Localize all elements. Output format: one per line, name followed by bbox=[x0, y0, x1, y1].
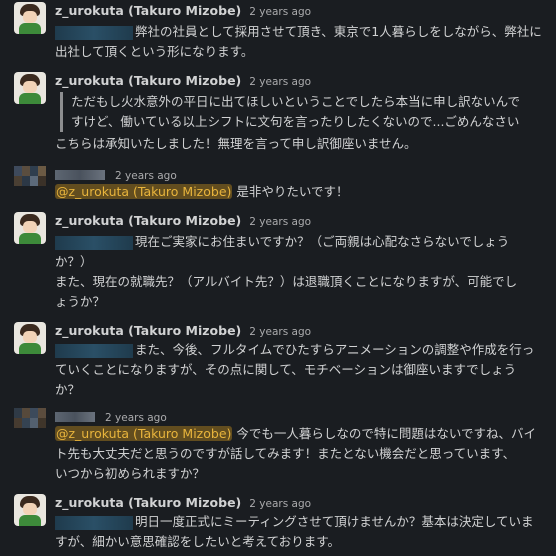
redacted-mention bbox=[55, 343, 133, 358]
redacted-sender-name[interactable] bbox=[55, 411, 95, 422]
avatar[interactable] bbox=[14, 2, 46, 34]
avatar[interactable] bbox=[14, 72, 46, 104]
timestamp[interactable]: 2 years ago bbox=[115, 170, 177, 182]
message-text: 明日一度正式にミーティングさせて頂けませんか？基本は決定していま すが、細かい意… bbox=[55, 514, 534, 549]
mention[interactable]: @z_urokuta (Takuro Mizobe) bbox=[55, 426, 233, 441]
sender-name[interactable]: z_urokuta (Takuro Mizobe) bbox=[55, 495, 241, 510]
avatar[interactable] bbox=[14, 212, 46, 244]
sender-name[interactable]: z_urokuta (Takuro Mizobe) bbox=[55, 323, 241, 338]
timestamp[interactable]: 2 years ago bbox=[249, 76, 311, 88]
message-text: また、今後、フルタイムでひたすらアニメーションの調整や作成を行っ ていくことにな… bbox=[55, 342, 535, 397]
timestamp[interactable]: 2 years ago bbox=[249, 498, 311, 510]
avatar[interactable] bbox=[14, 322, 46, 354]
redacted-mention bbox=[55, 25, 133, 40]
sender-name[interactable]: z_urokuta (Takuro Mizobe) bbox=[55, 73, 241, 88]
redacted-mention bbox=[55, 235, 133, 250]
timestamp[interactable]: 2 years ago bbox=[249, 326, 311, 338]
mention[interactable]: @z_urokuta (Takuro Mizobe) bbox=[55, 184, 233, 199]
redacted-mention bbox=[55, 515, 133, 530]
message-text: 弊社の社員として採用させて頂き、東京で1人暮らしをしながら、弊社に 出社して頂く… bbox=[55, 24, 542, 59]
message-text: @z_urokuta (Takuro Mizobe) 今でも一人暮らしなので特に… bbox=[55, 426, 537, 481]
message-text: @z_urokuta (Takuro Mizobe) 是非やりたいです！ bbox=[55, 184, 349, 199]
sender-name[interactable]: z_urokuta (Takuro Mizobe) bbox=[55, 213, 241, 228]
timestamp[interactable]: 2 years ago bbox=[249, 216, 311, 228]
quoted-text: ただもし火水意外の平日に出てほしいということでしたら本当に申し訳ないんで すけど… bbox=[60, 92, 556, 132]
avatar[interactable] bbox=[14, 494, 46, 526]
timestamp[interactable]: 2 years ago bbox=[249, 6, 311, 18]
timestamp[interactable]: 2 years ago bbox=[105, 412, 167, 424]
sender-name[interactable]: z_urokuta (Takuro Mizobe) bbox=[55, 3, 241, 18]
message-text: こちらは承知いたしました！無理を言って申し訳御座いません。 bbox=[55, 136, 417, 151]
avatar[interactable] bbox=[14, 408, 46, 428]
message-text: 現在ご実家にお住まいですか？（ご両親は心配なさらないでしょう か？） また、現在… bbox=[55, 234, 518, 309]
avatar[interactable] bbox=[14, 166, 46, 186]
redacted-sender-name[interactable] bbox=[55, 169, 105, 180]
